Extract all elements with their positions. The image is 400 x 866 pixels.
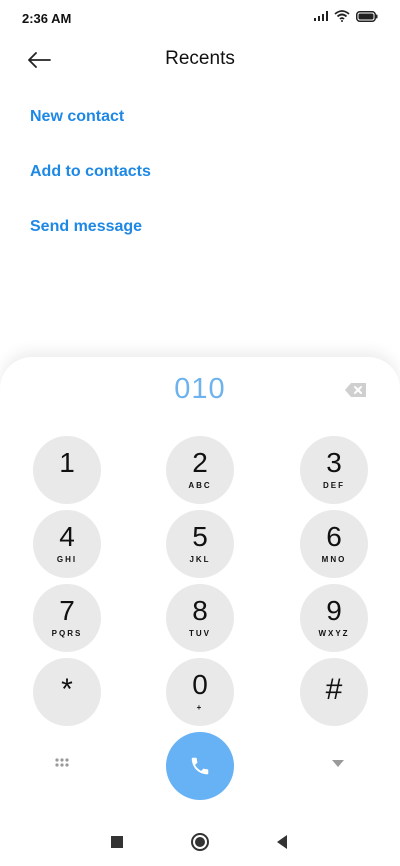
key-star[interactable]: * (33, 658, 101, 726)
key-digit: 4 (59, 521, 75, 552)
key-letters: DEF (323, 481, 345, 490)
key-digit: 8 (192, 595, 208, 626)
key-letters: + (196, 703, 204, 712)
header: Recents (0, 40, 400, 80)
key-letters: ABC (188, 481, 212, 490)
status-time: 2:36 AM (22, 11, 72, 26)
key-7[interactable]: 7 PQRS (33, 584, 101, 652)
action-list: New contact Add to contacts Send message (30, 104, 151, 269)
battery-icon (356, 10, 378, 22)
key-digit: 6 (326, 521, 342, 552)
backspace-button[interactable] (344, 381, 368, 399)
collapse-dialpad-button[interactable] (329, 756, 347, 770)
key-digit: 0 (192, 669, 208, 700)
send-message-link[interactable]: Send message (30, 214, 151, 269)
key-letters: TUV (189, 629, 211, 638)
key-2[interactable]: 2 ABC (166, 436, 234, 504)
key-digit: 1 (59, 447, 75, 478)
key-8[interactable]: 8 TUV (166, 584, 234, 652)
key-3[interactable]: 3 DEF (300, 436, 368, 504)
key-6[interactable]: 6 MNO (300, 510, 368, 578)
navigation-bar (0, 826, 400, 858)
triangle-left-icon (277, 835, 287, 849)
key-digit: 9 (326, 595, 342, 626)
key-digit: 2 (192, 447, 208, 478)
call-button[interactable] (166, 732, 234, 800)
key-letters: GHI (56, 555, 78, 564)
square-icon (111, 836, 123, 848)
signal-icon (314, 11, 328, 21)
phone-icon (191, 757, 209, 775)
back-button[interactable] (22, 46, 56, 74)
arrow-left-icon (28, 52, 51, 68)
recents-nav-button[interactable] (107, 832, 127, 852)
key-digit: 3 (326, 447, 342, 478)
home-nav-button[interactable] (190, 832, 210, 852)
status-icons (314, 10, 378, 22)
key-hash[interactable]: # (300, 658, 368, 726)
key-1[interactable]: 1 (33, 436, 101, 504)
wifi-icon (334, 10, 350, 22)
page-title: Recents (165, 48, 235, 69)
key-9[interactable]: 9 WXYZ (300, 584, 368, 652)
status-bar: 2:36 AM (0, 0, 400, 36)
key-digit: 5 (192, 521, 208, 552)
key-4[interactable]: 4 GHI (33, 510, 101, 578)
key-letters: PQRS (51, 629, 83, 638)
backspace-icon (345, 383, 366, 397)
key-digit: 7 (59, 595, 75, 626)
back-nav-button[interactable] (272, 832, 292, 852)
dialed-number: 010 (174, 373, 226, 405)
key-digit: # (325, 673, 343, 706)
key-5[interactable]: 5 JKL (166, 510, 234, 578)
dialer-bottom-row (0, 732, 400, 800)
dialpad-grid-icon (55, 758, 69, 767)
key-digit: * (61, 673, 73, 706)
dialpad-grid-button[interactable] (52, 754, 72, 774)
key-0[interactable]: 0 + (166, 658, 234, 726)
key-letters: MNO (321, 555, 347, 564)
triangle-down-icon (332, 760, 344, 767)
add-to-contacts-link[interactable]: Add to contacts (30, 159, 151, 214)
new-contact-link[interactable]: New contact (30, 104, 151, 159)
circle-icon (191, 833, 209, 851)
key-letters: JKL (189, 555, 211, 564)
key-letters: WXYZ (318, 629, 350, 638)
